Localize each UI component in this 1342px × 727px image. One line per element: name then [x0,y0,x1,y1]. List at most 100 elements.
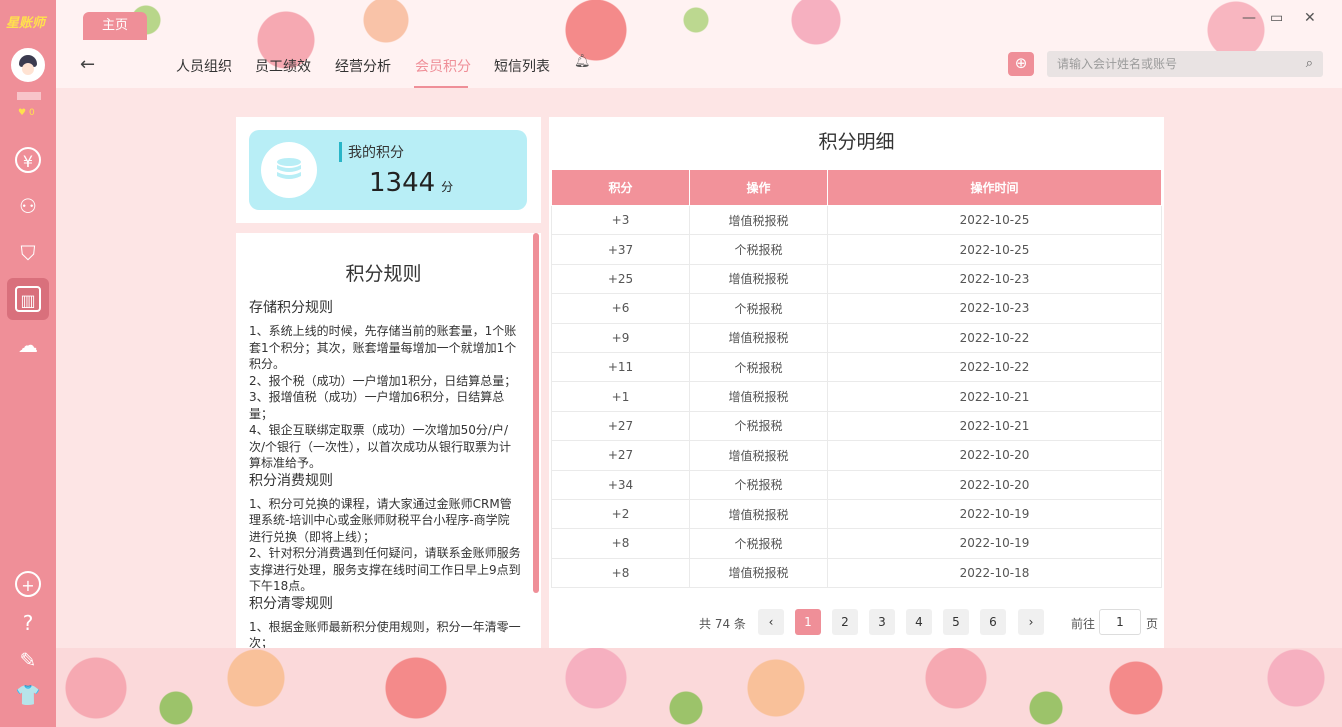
page-button-3[interactable]: 3 [869,609,895,635]
cell-points: +3 [551,204,690,236]
score-label: 我的积分 [339,142,404,162]
my-score-panel: 我的积分 1344 分 [236,117,541,223]
goto-unit: 页 [1146,617,1159,631]
cell-time: 2022-10-25 [827,234,1162,265]
col-header-time: 操作时间 [827,169,1162,206]
username-redacted [17,92,41,100]
help-icon[interactable]: ? [15,610,41,636]
search-input[interactable]: 请输入会计姓名或账号 ⌕ [1047,51,1323,77]
active-tab-underline [414,86,468,88]
page-button-2[interactable]: 2 [832,609,858,635]
top-nav: ← 人员组织 员工绩效 经营分析 会员积分 短信列表 🔔︎ ⊕ 请输入会计姓名或… [56,40,1342,88]
nav-item-member-points[interactable]: 会员积分 [415,56,471,76]
table-row: +9 增值税报税 2022-10-22 [551,322,1162,353]
cell-points: +6 [551,293,690,324]
app-logo: 星账师 [6,16,46,31]
cell-time: 2022-10-20 [827,469,1162,500]
search-placeholder: 请输入会计姓名或账号 [1057,57,1178,71]
page-button-5[interactable]: 5 [943,609,969,635]
yen-icon[interactable]: ¥ [15,147,41,173]
close-icon[interactable]: ✕ [1304,10,1316,26]
cell-operation: 个税报税 [689,410,828,442]
pagination-total: 共 74 条 [699,617,746,631]
rules-title: 积分规则 [345,263,422,285]
pagination: 共 74 条 ‹ 123456 › 前往 1 页 [549,609,1164,637]
nav-item-performance[interactable]: 员工绩效 [255,56,311,76]
rules-text-storage: 1、系统上线的时候，先存储当前的账套量，1个账套1个积分；其次，账套增量每增加一… [249,324,517,470]
cell-time: 2022-10-19 [827,498,1162,530]
building-icon[interactable]: ▥ [15,286,41,312]
search-icon[interactable]: ⌕ [1306,51,1313,77]
cell-time: 2022-10-22 [827,351,1162,383]
detail-title: 积分明细 [818,131,895,153]
cell-operation: 个税报税 [689,469,828,500]
table-row: +6 个税报税 2022-10-23 [551,293,1162,324]
cell-time: 2022-10-25 [827,204,1162,236]
shirt-icon[interactable]: 👕 [15,682,41,708]
users-icon[interactable]: ⚇ [15,193,41,219]
cell-time: 2022-10-20 [827,440,1162,471]
cell-operation: 增值税报税 [689,322,828,353]
cell-operation: 个税报税 [689,528,828,559]
prev-page-button[interactable]: ‹ [758,609,784,635]
database-icon-circle [261,142,317,198]
rules-body: 存储积分规则 1、系统上线的时候，先存储当前的账套量，1个账套1个积分；其次，账… [249,299,521,648]
cell-points: +1 [551,381,690,412]
table-row: +8 个税报税 2022-10-19 [551,528,1162,559]
maximize-icon[interactable]: ▭ [1270,10,1283,26]
points-table: 积分 操作 操作时间 +3 增值税报税 2022-10-25 +37 个税报税 2022-… [551,169,1162,589]
table-header-row: 积分 操作 操作时间 [551,169,1162,206]
cell-operation: 增值税报税 [689,263,828,295]
goto-page-input[interactable]: 1 [1099,609,1141,635]
score-card: 我的积分 1344 分 [249,130,527,210]
nav-item-sms-list[interactable]: 短信列表 [494,56,550,76]
page-button-6[interactable]: 6 [980,609,1006,635]
cell-time: 2022-10-21 [827,381,1162,412]
floral-footer-background [56,648,1342,727]
add-button[interactable]: ⊕ [1008,52,1034,76]
score-value-row: 1344 分 [369,168,453,198]
feather-icon[interactable]: ✎ [15,647,41,673]
table-row: +27 个税报税 2022-10-21 [551,410,1162,442]
avatar[interactable] [11,48,45,82]
table-row: +3 增值税报税 2022-10-25 [551,204,1162,236]
cell-time: 2022-10-21 [827,410,1162,442]
cell-operation: 增值税报税 [689,557,828,589]
rules-heading-consume: 积分消费规则 [249,472,333,489]
page-button-1[interactable]: 1 [795,609,821,635]
cell-operation: 增值税报税 [689,498,828,530]
cell-points: +11 [551,351,690,383]
cell-points: +8 [551,528,690,559]
cell-points: +34 [551,469,690,500]
database-icon [277,158,301,179]
bell-icon[interactable]: 🔔︎ [574,54,591,69]
cell-time: 2022-10-23 [827,263,1162,295]
rules-text-consume: 1、积分可兑换的课程，请大家通过金账师CRM管理系统-培训中心或金账师财税平台小… [249,496,521,594]
cell-operation: 个税报税 [689,293,828,324]
nav-item-staff-org[interactable]: 人员组织 [176,56,232,76]
cell-points: +37 [551,234,690,265]
cell-points: +25 [551,263,690,295]
coin-value: 0 [28,108,35,118]
nav-item-analysis[interactable]: 经营分析 [335,56,391,76]
cell-points: +27 [551,410,690,442]
cell-time: 2022-10-18 [827,557,1162,589]
next-page-button[interactable]: › [1018,609,1044,635]
table-row: +27 增值税报税 2022-10-20 [551,440,1162,471]
rules-scrollbar[interactable] [533,233,539,593]
zoom-in-icon[interactable]: + [15,571,41,597]
minimize-icon[interactable]: — [1242,10,1256,26]
cell-time: 2022-10-19 [827,528,1162,559]
col-header-operation: 操作 [689,169,828,206]
score-unit: 分 [441,180,454,194]
cell-points: +8 [551,557,690,589]
table-row: +8 增值税报税 2022-10-18 [551,557,1162,589]
tax-shield-icon[interactable]: ⛉ [15,240,41,266]
rules-heading-clear: 积分清零规则 [249,595,333,612]
cell-points: +9 [551,322,690,353]
tab-home[interactable]: 主页 [83,12,147,40]
page-button-4[interactable]: 4 [906,609,932,635]
back-arrow-icon[interactable]: ← [80,54,95,75]
cell-points: +27 [551,440,690,471]
cloud-upload-icon[interactable]: ☁ [15,332,41,358]
